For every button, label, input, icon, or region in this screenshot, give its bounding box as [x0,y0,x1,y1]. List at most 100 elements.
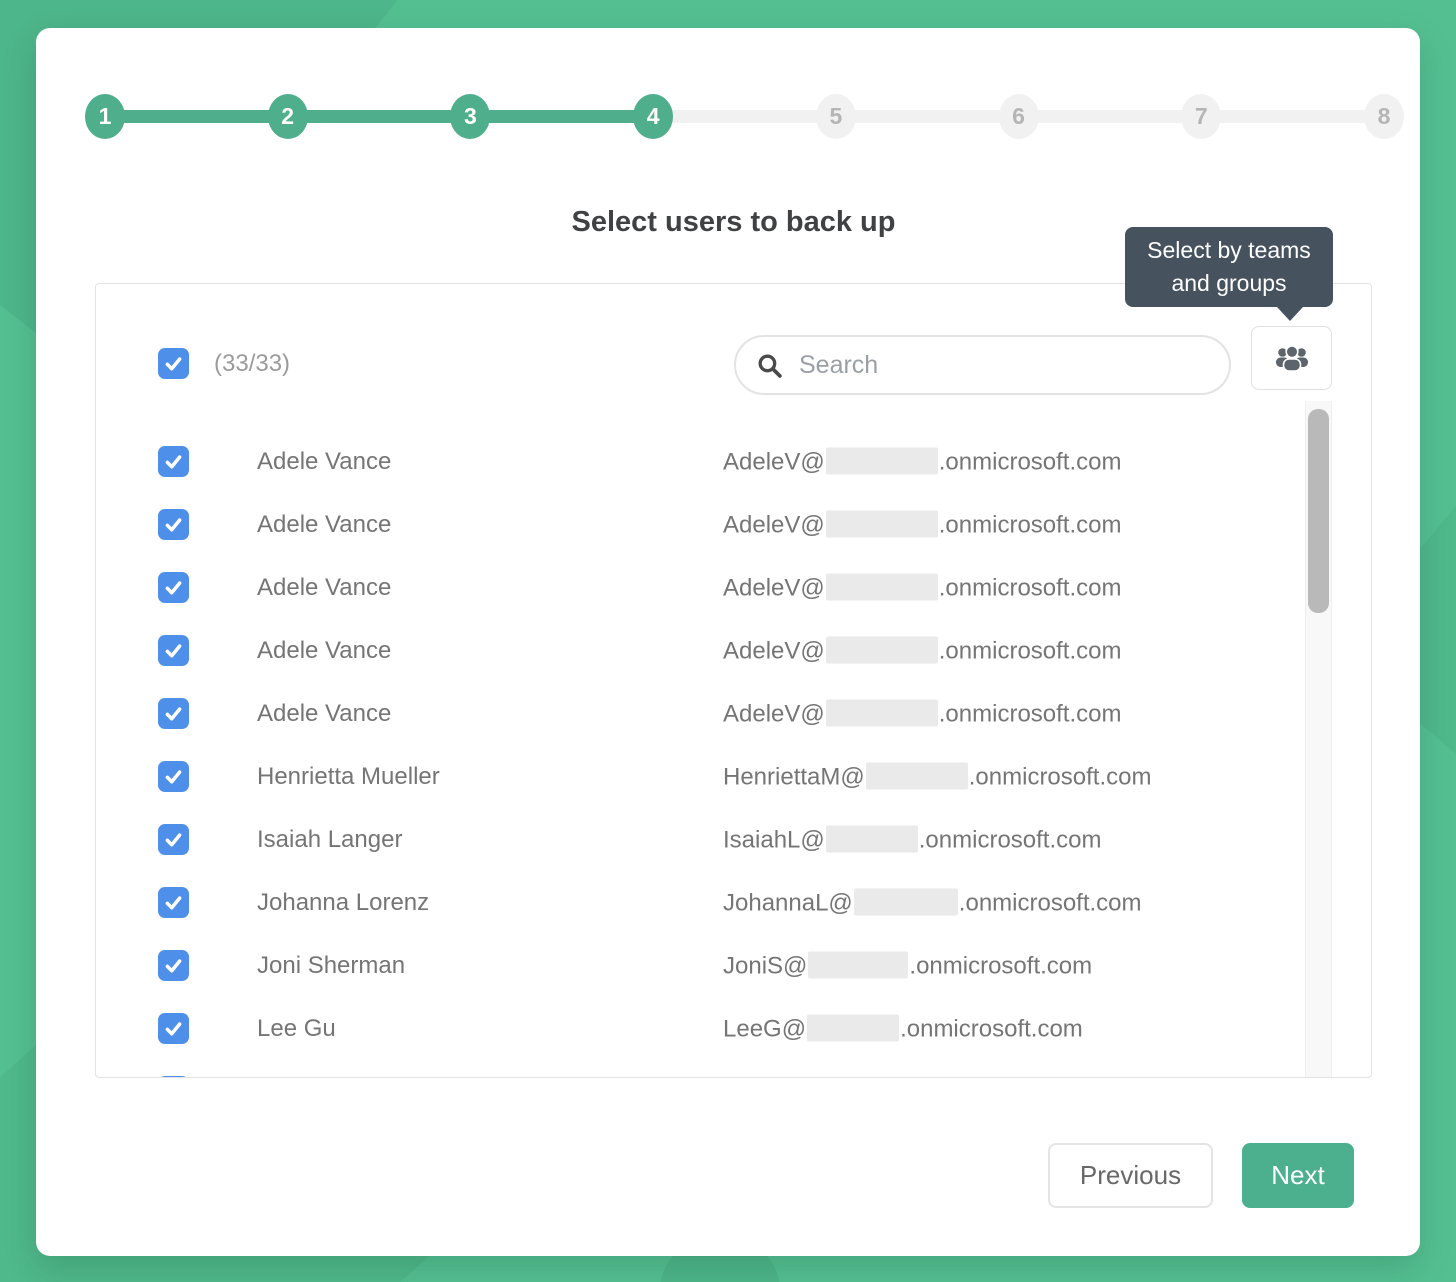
redaction-block [808,951,908,978]
list-item[interactable]: Adele Vance AdeleV@ .onmicrosoft.com [96,619,1305,682]
user-list: Adele Vance AdeleV@ .onmicrosoft.com Adel… [96,430,1305,1078]
user-email: AdeleV@ .onmicrosoft.com [723,636,1121,665]
user-email: AdeleV@ .onmicrosoft.com [723,699,1121,728]
select-by-teams-button[interactable] [1251,326,1332,390]
email-suffix: .onmicrosoft.com [939,448,1122,475]
email-suffix: .onmicrosoft.com [939,574,1122,601]
search-icon [756,352,783,379]
row-checkbox[interactable] [158,950,189,981]
email-suffix: .onmicrosoft.com [919,826,1102,853]
user-email: AdeleV@ .onmicrosoft.com [723,447,1121,476]
step-1: 1 [85,94,125,139]
email-suffix: .onmicrosoft.com [959,889,1142,916]
tooltip-text-line1: Select by teams [1125,234,1333,267]
list-item[interactable]: Henrietta Mueller HenriettaM@.onmicrosof… [96,745,1305,808]
email-suffix: .onmicrosoft.com [900,1015,1083,1042]
row-checkbox[interactable] [158,824,189,855]
redaction-block [854,888,958,915]
row-checkbox[interactable] [158,446,189,477]
checkmark-icon [163,766,184,787]
search-input[interactable] [797,350,1209,381]
row-checkbox[interactable] [158,572,189,603]
list-item[interactable]: Adele Vance AdeleV@ .onmicrosoft.com [96,430,1305,493]
checkmark-icon [163,514,184,535]
step-3: 3 [450,94,490,139]
scrollbar-thumb[interactable] [1308,409,1329,613]
row-checkbox[interactable] [158,698,189,729]
user-email: IsaiahL@.onmicrosoft.com [723,825,1101,854]
user-name: Henrietta Mueller [257,763,440,791]
email-suffix: .onmicrosoft.com [909,952,1092,979]
checkmark-icon [163,577,184,598]
step-6: 6 [999,94,1039,139]
redaction-block [826,825,918,852]
user-email: AdeleV@.onmicrosoft.com [723,510,1121,539]
redaction-block [826,510,938,537]
row-checkbox[interactable] [158,761,189,792]
user-name: Adele Vance [257,448,391,476]
email-prefix: LeeG@ [723,1015,806,1042]
list-item[interactable]: Adele Vance AdeleV@.onmicrosoft.com [96,493,1305,556]
user-selection-panel: (33/33) [95,283,1372,1078]
list-item[interactable]: Lee Gu LeeG@ .onmicrosoft.com [96,997,1305,1060]
tooltip-select-by-teams: Select by teams and groups [1125,227,1333,307]
users-group-icon [1274,343,1310,373]
redaction-block [826,573,938,600]
select-all-checkbox[interactable] [158,348,189,379]
email-prefix: HenriettaM@ [723,763,865,790]
step-5: 5 [816,94,856,139]
tooltip-text-line2: and groups [1125,267,1333,300]
user-name: Isaiah Langer [257,826,402,854]
select-all-row: (33/33) [158,348,290,379]
redaction-block [826,636,938,663]
redaction-block [866,762,968,789]
user-name: Adele Vance [257,511,391,539]
row-checkbox[interactable] [158,1013,189,1044]
email-prefix: AdeleV@ [723,448,825,475]
row-checkbox[interactable] [158,887,189,918]
list-item[interactable]: Joni Sherman JoniS@.onmicrosoft.com [96,934,1305,997]
user-name: Joni Sherman [257,952,405,980]
email-suffix: .onmicrosoft.com [939,700,1122,727]
list-item[interactable] [96,1060,1305,1078]
list-item[interactable]: Johanna Lorenz JohannaL@ .onmicrosoft.com [96,871,1305,934]
search-box[interactable] [734,335,1231,395]
email-prefix: AdeleV@ [723,511,825,538]
stepper: 12345678 [36,28,1420,198]
redaction-block [826,699,938,726]
selected-count-label: (33/33) [214,350,290,378]
checkmark-icon [163,703,184,724]
step-2: 2 [268,94,308,139]
email-prefix: AdeleV@ [723,574,825,601]
list-item[interactable]: Adele Vance AdeleV@ .onmicrosoft.com [96,682,1305,745]
user-name: Adele Vance [257,700,391,728]
email-suffix: .onmicrosoft.com [939,637,1122,664]
step-4: 4 [633,94,673,139]
user-name: Adele Vance [257,637,391,665]
previous-button[interactable]: Previous [1048,1143,1213,1208]
redaction-block [807,1014,899,1041]
email-prefix: AdeleV@ [723,637,825,664]
list-item[interactable]: Adele Vance AdeleV@ .onmicrosoft.com [96,556,1305,619]
email-prefix: JohannaL@ [723,889,853,916]
user-email: JoniS@.onmicrosoft.com [723,951,1092,980]
row-checkbox[interactable] [158,1076,189,1078]
row-checkbox[interactable] [158,635,189,666]
step-7: 7 [1181,94,1221,139]
user-name: Lee Gu [257,1015,336,1043]
user-email: AdeleV@ .onmicrosoft.com [723,573,1121,602]
stepper-progress [105,110,653,123]
row-checkbox[interactable] [158,509,189,540]
email-prefix: AdeleV@ [723,700,825,727]
page-background: 12345678 Select users to back up Select … [0,0,1456,1282]
checkmark-icon [163,892,184,913]
user-name: Johanna Lorenz [257,889,429,917]
user-name: Adele Vance [257,574,391,602]
user-email: JohannaL@ .onmicrosoft.com [723,888,1142,917]
list-item[interactable]: Isaiah Langer IsaiahL@.onmicrosoft.com [96,808,1305,871]
next-button[interactable]: Next [1242,1143,1354,1208]
checkmark-icon [163,640,184,661]
user-email: LeeG@ .onmicrosoft.com [723,1014,1083,1043]
checkmark-icon [163,1018,184,1039]
user-email: HenriettaM@.onmicrosoft.com [723,762,1151,791]
